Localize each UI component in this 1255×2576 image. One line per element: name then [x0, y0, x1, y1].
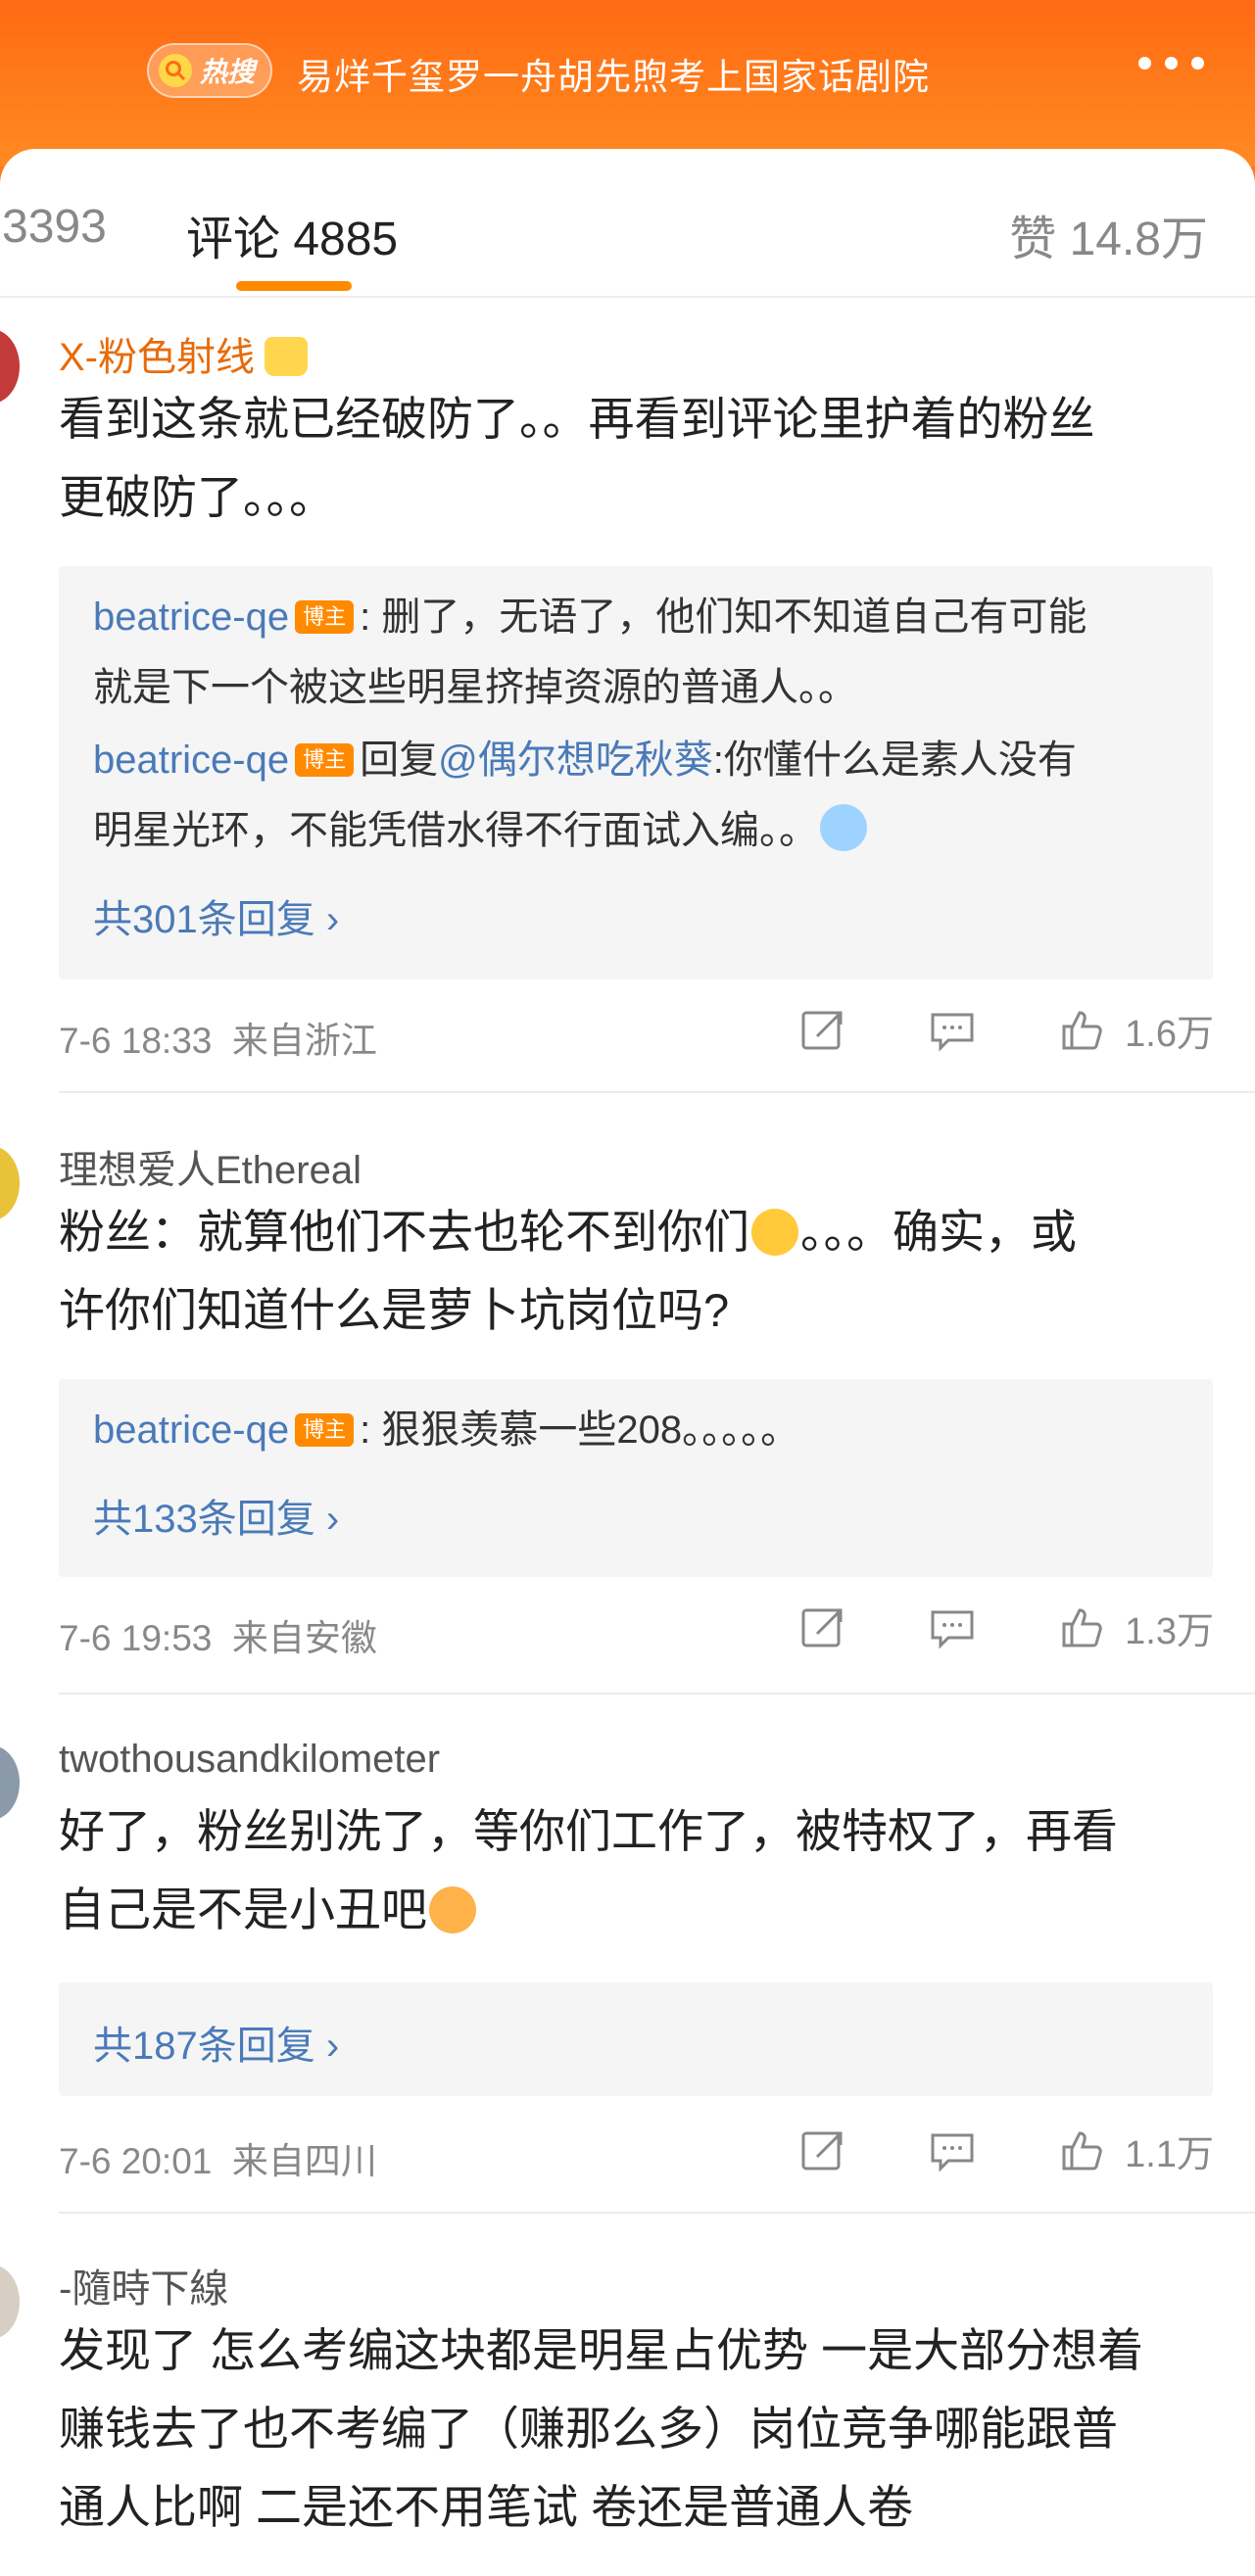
- comment-meta: 7-6 18:33 来自浙江: [59, 1021, 377, 1061]
- pleading-emoji-icon: [751, 1209, 798, 1256]
- comment-meta: 7-6 19:53 来自安徽: [59, 1618, 377, 1658]
- hot-search-badge[interactable]: 热搜: [147, 43, 272, 98]
- crown-icon: [265, 337, 308, 376]
- view-more-replies[interactable]: 共301条回复 ›: [93, 887, 339, 944]
- tab-comments[interactable]: 评论 4885: [186, 200, 398, 268]
- share-icon[interactable]: [799, 2127, 846, 2174]
- reply-item-cont: 就是下一个被这些明星挤掉资源的普通人。。: [93, 666, 857, 709]
- tab-likes[interactable]: 赞 14.8万: [1009, 200, 1208, 268]
- reply-preview[interactable]: beatrice-qe 博主: 狠狠羡慕一些208。。。。。 共133条回复 ›: [59, 1379, 1213, 1577]
- view-more-replies[interactable]: 共187条回复 ›: [93, 2014, 339, 2071]
- share-icon[interactable]: [799, 1007, 846, 1054]
- crying-emoji-icon: [820, 804, 867, 851]
- more-dots-icon[interactable]: [1138, 57, 1204, 70]
- like-icon[interactable]: [1058, 1007, 1105, 1054]
- like-count: 1.6万: [1125, 1014, 1214, 1055]
- tab-bar: 3393 评论 4885 赞 14.8万: [0, 149, 1255, 298]
- comment-author[interactable]: 理想爱人Ethereal: [59, 1138, 362, 1195]
- comment-text: 好了，粉丝别洗了，等你们工作了，被特权了，再看 自己是不是小丑吧: [59, 1805, 1118, 1935]
- blushing-emoji-icon: [429, 1886, 476, 1933]
- divider: [59, 2212, 1255, 2214]
- reply-preview[interactable]: 共187条回复 ›: [59, 1982, 1213, 2096]
- topic-title[interactable]: 易烊千玺罗一舟胡先煦考上国家话剧院: [297, 47, 930, 100]
- comment-text: 粉丝：就算他们不去也轮不到你们 。。。确实，或 许你们知道什么是萝卜坑岗位吗?: [59, 1206, 1077, 1336]
- like-icon[interactable]: [1058, 1604, 1105, 1651]
- comment-text: 发现了 怎么考编这块都是明星占优势 一是大部分想着 赚钱去了也不考编了（赚那么多…: [59, 2324, 1144, 2533]
- hot-search-label: 热搜: [200, 57, 256, 87]
- comment-meta: 7-6 20:01 来自四川: [59, 2141, 377, 2181]
- like-count: 1.1万: [1125, 2134, 1214, 2175]
- comment-actions: 1.6万: [717, 1003, 1214, 1057]
- comment-author[interactable]: -隨時下線: [59, 2257, 228, 2314]
- divider: [59, 1693, 1255, 1694]
- divider: [59, 1091, 1255, 1093]
- comment-actions: 1.3万: [717, 1600, 1214, 1654]
- tab-reposts[interactable]: 3393: [2, 200, 107, 254]
- active-tab-indicator: [236, 281, 352, 291]
- share-icon[interactable]: [799, 1604, 846, 1651]
- comment-author[interactable]: X-粉色射线: [59, 325, 308, 382]
- like-count: 1.3万: [1125, 1611, 1214, 1652]
- reply-preview[interactable]: beatrice-qe 博主: 删了，无语了，他们知不知道自己有可能 就是下一个被…: [59, 566, 1213, 979]
- top-bar: 热搜 易烊千玺罗一舟胡先煦考上国家话剧院: [0, 0, 1255, 167]
- like-icon[interactable]: [1058, 2127, 1105, 2174]
- reply-item: beatrice-qe 博主: 狠狠羡慕一些208。。。。。: [93, 1408, 800, 1452]
- search-icon: [159, 54, 192, 87]
- comment-icon[interactable]: [929, 1007, 976, 1054]
- reply-item: beatrice-qe 博主 回复@偶尔想吃秋葵:你懂什么是素人没有: [93, 739, 1077, 782]
- comment-text: 看到这条就已经破防了。。再看到评论里护着的粉丝 更破防了。。。: [59, 393, 1095, 523]
- view-more-replies[interactable]: 共133条回复 ›: [93, 1487, 339, 1544]
- comment-icon[interactable]: [929, 2127, 976, 2174]
- comment-icon[interactable]: [929, 1604, 976, 1651]
- comment-actions: 1.1万: [717, 2123, 1214, 2177]
- reply-item-cont: 明星光环，不能凭借水得不行面试入编。。: [93, 795, 1190, 866]
- reply-item: beatrice-qe 博主: 删了，无语了，他们知不知道自己有可能: [93, 596, 1087, 639]
- comment-author[interactable]: twothousandkilometer: [59, 1738, 440, 1782]
